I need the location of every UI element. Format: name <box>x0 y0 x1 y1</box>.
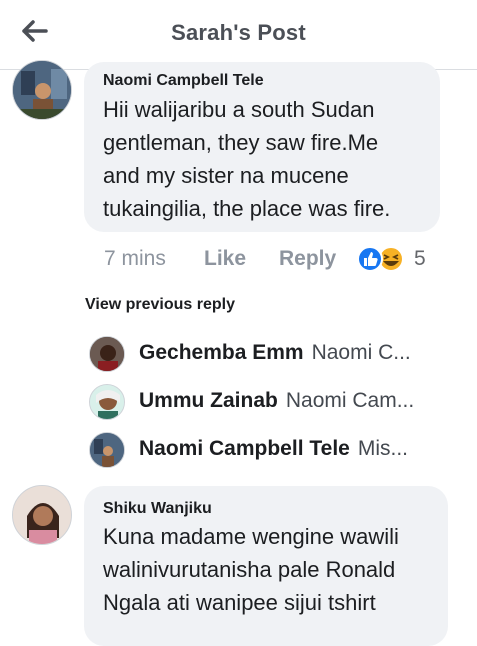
comment-author[interactable]: Shiku Wanjiku <box>103 500 212 518</box>
comment-text-line: Kuna madame wengine wawili <box>103 524 399 549</box>
reply-item[interactable]: Naomi Campbell Tele Mis... <box>89 432 459 468</box>
comment-text-line: and my sister na mucene <box>103 163 349 188</box>
reactions-summary[interactable] <box>356 245 406 273</box>
page-title: Sarah's Post <box>171 20 306 45</box>
view-previous-reply-link[interactable]: View previous reply <box>85 296 235 314</box>
avatar[interactable] <box>12 485 72 545</box>
comment-text-line: tukaingilia, the place was fire. <box>103 196 391 221</box>
reply-text: Naomi Campbell Tele Mis... <box>139 437 444 461</box>
comment-text-line: walinivurutanisha pale Ronald <box>103 557 396 582</box>
reply-snippet: Naomi C... <box>311 341 411 364</box>
reply-item[interactable]: Gechemba Emm Naomi C... <box>89 336 459 372</box>
reply-item[interactable]: Ummu Zainab Naomi Cam... <box>89 384 459 420</box>
reply-button[interactable]: Reply <box>279 247 336 271</box>
like-reaction-icon <box>357 246 383 272</box>
reaction-count[interactable]: 5 <box>414 247 426 271</box>
reply-text: Gechemba Emm Naomi C... <box>139 341 444 365</box>
avatar-image <box>90 337 124 371</box>
avatar[interactable] <box>89 432 125 468</box>
comment-text-line: gentleman, they saw fire.Me <box>103 130 379 155</box>
avatar[interactable] <box>89 384 125 420</box>
reply-snippet: Mis... <box>357 437 409 460</box>
reply-author[interactable]: Ummu Zainab <box>139 389 278 412</box>
comment-text-line: Ngala ati wanipee sijui tshirt <box>103 590 376 615</box>
reply-author[interactable]: Gechemba Emm <box>139 341 304 364</box>
comment-author[interactable]: Naomi Campbell Tele <box>103 72 264 90</box>
avatar-image <box>13 486 71 544</box>
reply-snippet: Naomi Cam... <box>285 389 415 412</box>
avatar[interactable] <box>12 60 72 120</box>
like-button[interactable]: Like <box>204 247 246 271</box>
reply-author[interactable]: Naomi Campbell Tele <box>139 437 350 460</box>
top-bar: Sarah's Post <box>0 0 477 70</box>
avatar-image <box>90 385 124 419</box>
reply-text: Ummu Zainab Naomi Cam... <box>139 389 444 413</box>
comment-text-line: Hii walijaribu a south Sudan <box>103 97 375 122</box>
comment-bubble[interactable]: Shiku Wanjiku Kuna madame wengine wawili… <box>84 486 448 646</box>
comment-bubble[interactable]: Naomi Campbell Tele Hii walijaribu a sou… <box>84 62 440 232</box>
avatar[interactable] <box>89 336 125 372</box>
avatar-image <box>13 61 71 119</box>
comment-timestamp: 7 mins <box>104 247 166 270</box>
avatar-image <box>90 433 124 467</box>
